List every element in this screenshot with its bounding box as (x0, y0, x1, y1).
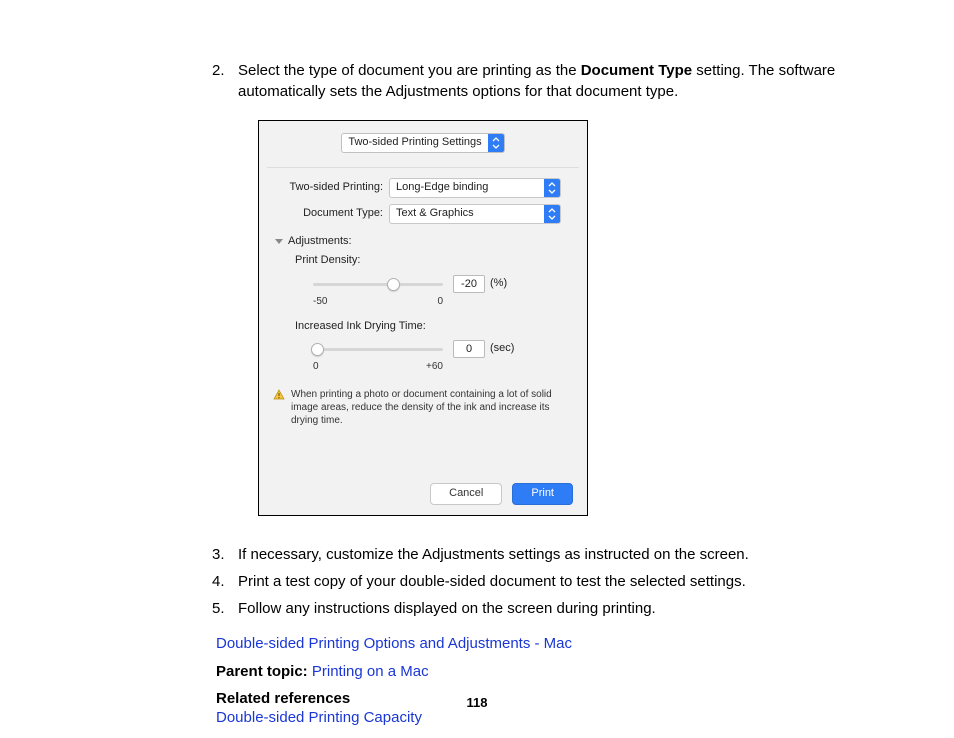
section-dropdown-value: Two-sided Printing Settings (342, 135, 487, 150)
cancel-button[interactable]: Cancel (430, 483, 502, 505)
chevron-updown-icon (544, 205, 560, 223)
print-button[interactable]: Print (512, 483, 573, 505)
drying-time-label: Increased Ink Drying Time: (295, 319, 573, 334)
print-density-label: Print Density: (295, 253, 573, 268)
step-num-4: 4. (212, 571, 225, 592)
step-2-text-pre: Select the type of document you are prin… (238, 62, 581, 79)
step-2-bold: Document Type (581, 62, 692, 79)
drying-time-unit: (sec) (490, 341, 514, 356)
print-density-value[interactable]: -20 (453, 275, 485, 293)
print-label: Print (531, 486, 554, 501)
step-num-3: 3. (212, 544, 225, 565)
step-3-text: If necessary, customize the Adjustments … (238, 546, 749, 563)
page-number: 118 (0, 695, 954, 710)
adjustments-label: Adjustments: (288, 234, 352, 249)
warning-icon (273, 389, 285, 401)
density-min: -50 (313, 295, 327, 309)
dry-max: +60 (426, 360, 443, 374)
density-max: 0 (437, 295, 443, 309)
two-sided-value: Long-Edge binding (390, 180, 494, 195)
step-4-text: Print a test copy of your double-sided d… (238, 573, 746, 590)
parent-topic-label: Parent topic: (216, 663, 308, 680)
adjustments-disclosure[interactable]: Adjustments: (273, 234, 573, 249)
dry-min: 0 (313, 360, 319, 374)
disclosure-triangle-icon (275, 239, 283, 244)
cancel-label: Cancel (449, 486, 483, 501)
print-density-slider[interactable] (313, 277, 443, 291)
chevron-updown-icon (544, 179, 560, 197)
two-sided-select[interactable]: Long-Edge binding (389, 178, 561, 198)
step-num-5: 5. (212, 598, 225, 619)
drying-time-value[interactable]: 0 (453, 340, 485, 358)
step-2: 2. Select the type of document you are p… (216, 60, 864, 516)
print-dialog: Two-sided Printing Settings Two-sided Pr… (258, 120, 588, 516)
parent-topic-link[interactable]: Printing on a Mac (312, 663, 429, 680)
step-3: 3. If necessary, customize the Adjustmen… (216, 544, 864, 565)
doc-type-select[interactable]: Text & Graphics (389, 204, 561, 224)
section-dropdown[interactable]: Two-sided Printing Settings (341, 133, 504, 153)
two-sided-label: Two-sided Printing: (273, 180, 389, 195)
doc-type-value: Text & Graphics (390, 206, 480, 221)
step-num-2: 2. (212, 60, 225, 81)
related-ref-link[interactable]: Double-sided Printing Capacity (216, 709, 422, 726)
step-5-text: Follow any instructions displayed on the… (238, 600, 656, 617)
print-density-unit: (%) (490, 276, 507, 291)
subtopic-link[interactable]: Double-sided Printing Options and Adjust… (216, 635, 572, 652)
doc-type-label: Document Type: (273, 206, 389, 221)
step-5: 5. Follow any instructions displayed on … (216, 598, 864, 619)
drying-time-slider[interactable] (313, 342, 443, 356)
chevron-updown-icon (488, 134, 504, 152)
warning-text: When printing a photo or document contai… (291, 388, 573, 427)
step-4: 4. Print a test copy of your double-side… (216, 571, 864, 592)
